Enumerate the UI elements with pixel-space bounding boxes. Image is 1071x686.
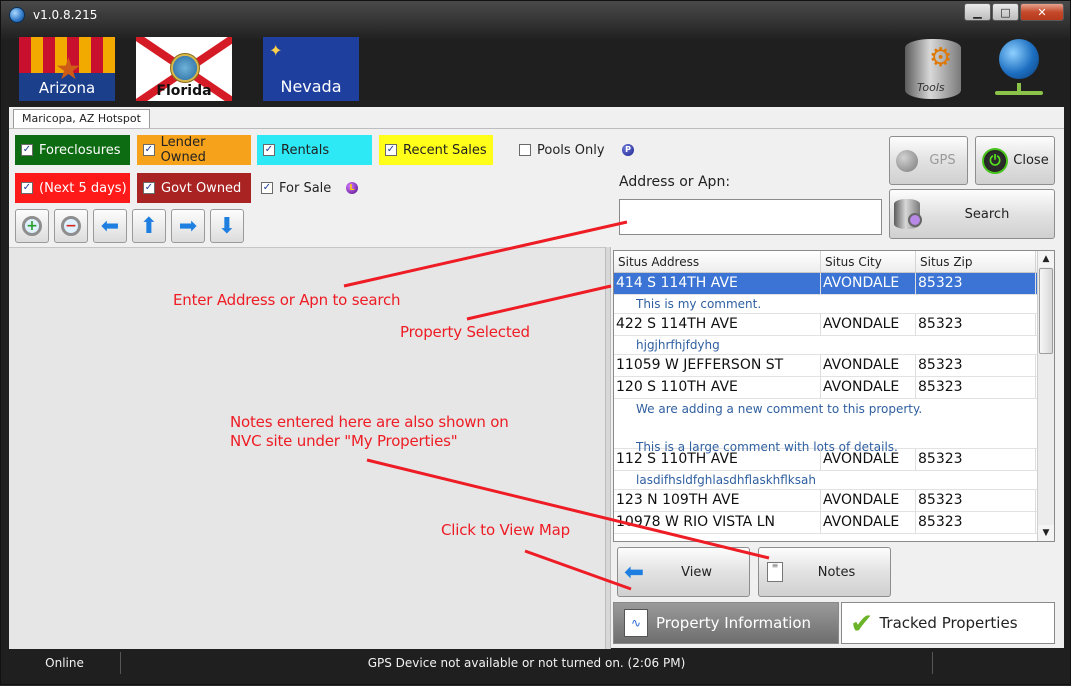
annotation-line-view <box>524 549 632 591</box>
annotation-notes-line1: Notes entered here are also shown on <box>230 413 509 431</box>
app-window: v1.0.8.215 ▁ □ ✕ ★ Arizona Florida ✦ Nev… <box>0 0 1071 685</box>
annotation-line-notes <box>366 458 770 560</box>
annotation-enter-address: Enter Address or Apn to search <box>173 291 401 309</box>
annotation-notes-line2: NVC site under "My Properties" <box>230 432 458 450</box>
annotation-line-selected <box>466 284 612 321</box>
annotation-line-enter <box>343 220 628 288</box>
florida-seal-icon <box>170 53 200 83</box>
annotation-property-selected: Property Selected <box>400 323 530 341</box>
annotation-notes: Notes entered here are also shown on NVC… <box>230 413 509 451</box>
annotation-lines <box>343 220 770 591</box>
annotation-view-map: Click to View Map <box>441 521 570 539</box>
florida-label: Florida <box>156 83 212 99</box>
